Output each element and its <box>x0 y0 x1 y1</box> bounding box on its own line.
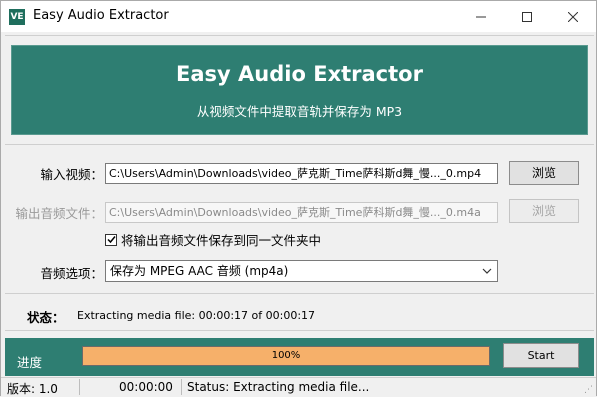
same-folder-label: 将输出音频文件保存到同一文件夹中 <box>121 233 322 248</box>
title-bar[interactable]: VE Easy Audio Extractor <box>1 1 596 32</box>
divider <box>5 144 594 145</box>
browse-input-button[interactable]: 浏览 <box>509 161 579 185</box>
divider <box>5 330 594 331</box>
banner-subtitle: 从视频文件中提取音轨并保存为 MP3 <box>196 104 403 119</box>
maximize-icon <box>522 11 532 22</box>
status-label: 状态： <box>27 310 65 325</box>
app-window: VE Easy Audio Extractor Easy Audio Extra… <box>0 0 597 397</box>
version-text: 版本: 1.0 <box>7 382 58 396</box>
resize-grip-icon[interactable]: ⋰ <box>584 385 593 395</box>
app-logo-icon: VE <box>9 9 25 25</box>
elapsed-time: 00:00:00 <box>119 380 173 394</box>
progress-panel: 进度 100% Start <box>5 338 594 376</box>
start-button[interactable]: Start <box>503 343 579 368</box>
progress-label: 进度 <box>17 355 43 370</box>
divider <box>5 35 594 36</box>
progress-bar: 100% <box>82 346 490 366</box>
banner-title: Easy Audio Extractor <box>176 62 423 86</box>
audio-options-select[interactable]: 保存为 MPEG AAC 音频 (mp4a) <box>105 260 498 282</box>
minimize-icon <box>476 16 486 17</box>
checkmark-icon <box>106 236 116 244</box>
maximize-button[interactable] <box>504 1 550 32</box>
divider <box>5 293 594 294</box>
minimize-button[interactable] <box>458 1 504 32</box>
header-banner: Easy Audio Extractor 从视频文件中提取音轨并保存为 MP3 <box>11 45 588 135</box>
same-folder-checkbox[interactable] <box>105 233 117 246</box>
statusbar-divider <box>181 379 182 395</box>
close-icon <box>568 11 578 22</box>
same-folder-option[interactable]: 将输出音频文件保存到同一文件夹中 <box>105 230 321 249</box>
statusbar-status: Status: Extracting media file... <box>187 380 370 394</box>
status-bar: 版本: 1.0 00:00:00 Status: Extracting medi… <box>1 377 596 397</box>
close-button[interactable] <box>550 1 596 32</box>
input-video-label: 输入视频： <box>40 167 103 182</box>
chevron-down-icon <box>482 261 492 287</box>
input-video-field[interactable]: C:\Users\Admin\Downloads\video_萨克斯_Time萨… <box>105 163 498 184</box>
audio-options-value: 保存为 MPEG AAC 音频 (mp4a) <box>110 264 289 278</box>
browse-output-button[interactable]: 浏览 <box>509 199 579 223</box>
audio-options-label: 音频选项： <box>40 266 103 281</box>
status-text: Extracting media file: 00:00:17 of 00:00… <box>77 309 316 322</box>
statusbar-divider <box>79 379 80 395</box>
window-title: Easy Audio Extractor <box>33 8 169 23</box>
output-audio-label: 输出音频文件： <box>15 206 103 221</box>
progress-percent: 100% <box>271 350 301 361</box>
output-audio-field[interactable]: C:\Users\Admin\Downloads\video_萨克斯_Time萨… <box>105 202 498 223</box>
